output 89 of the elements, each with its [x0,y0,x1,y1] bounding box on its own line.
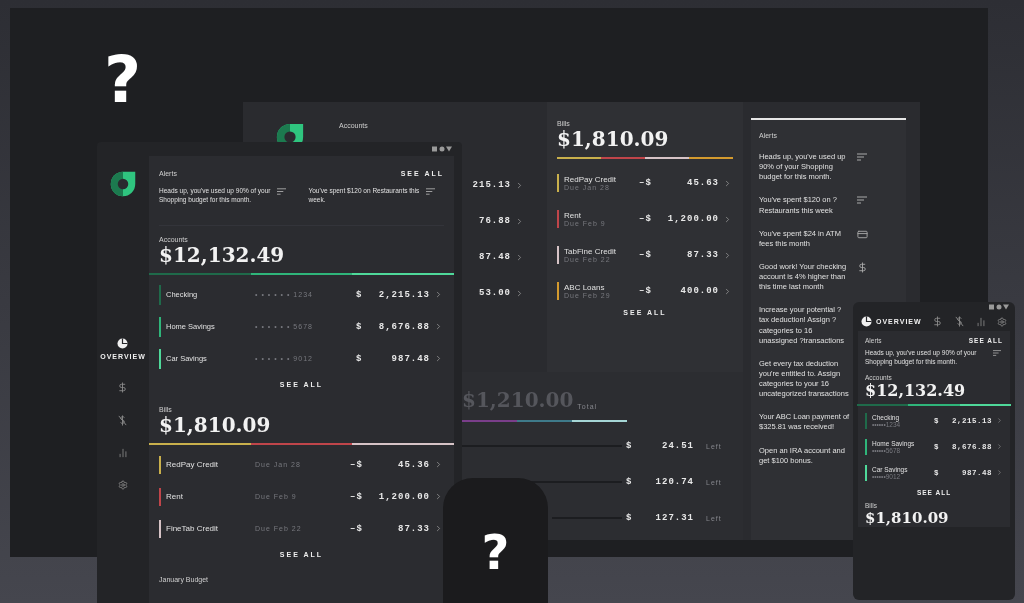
sort-icon[interactable] [426,187,435,196]
chevron-icon[interactable] [434,290,443,300]
bill-amount: 1,200.00 [377,491,430,502]
currency-sign: –$ [639,250,653,260]
chevron-icon[interactable] [434,524,443,534]
sort-icon[interactable] [993,349,1001,357]
budget-amount: 24.51 [661,441,694,451]
account-amount: 87.48 [479,252,511,262]
budget-amount: 127.31 [654,513,694,523]
nav-item[interactable] [118,448,128,458]
chevron-icon[interactable] [434,322,443,332]
status-icons [432,146,452,152]
currency-sign: –$ [639,178,653,188]
bills-total: $1,810.09 [557,127,670,151]
chevron-icon[interactable] [723,214,732,224]
chevron-icon[interactable] [515,216,524,226]
bill-name: TabFine Credit [564,247,618,256]
chevron-icon[interactable] [515,252,524,262]
chevron-icon[interactable] [996,417,1003,425]
transfer-icon [954,316,966,327]
accounts-total: $12,132.49 [159,242,286,267]
chevron-icon[interactable] [996,443,1003,451]
nav-item[interactable] [932,316,944,327]
dollar-icon[interactable] [857,261,868,273]
currency-sign: $ [626,441,634,451]
account-amount: 987.48 [390,353,430,364]
currency-sign: –$ [639,214,653,224]
nav-item[interactable] [117,382,129,393]
currency-sign: –$ [350,523,364,534]
bar-chart-icon [118,448,128,458]
bill-name: FineTab Credit [166,524,220,534]
credit-card-icon[interactable] [857,228,868,240]
budget-amount: 120.74 [654,477,694,487]
bills-total: $1,810.09 [159,412,272,437]
pie-chart-icon [117,338,129,349]
bill-amount: 87.33 [686,250,719,260]
sort-icon[interactable] [857,195,867,206]
bill-name: Rent [166,492,184,502]
nav-item[interactable] [976,316,987,327]
account-amount: 215.13 [472,180,511,190]
bar-chart-icon [976,316,987,327]
chevron-icon[interactable] [515,180,524,190]
bill-amount: 45.63 [686,178,719,188]
currency-sign: $ [356,289,364,300]
account-amount: 8,676.88 [377,321,430,332]
pie-chart-icon [861,316,872,327]
bill-amount: 400.00 [679,286,719,296]
bill-name: RedPay Credit [564,175,618,184]
chevron-icon[interactable] [515,288,524,298]
status-icons [989,304,1009,310]
bill-amount: 87.33 [397,523,430,534]
chevron-icon[interactable] [723,250,732,260]
chevron-icon[interactable] [434,492,443,502]
transfer-icon [117,415,129,426]
nav-item[interactable] [118,480,128,490]
bill-amount: 45.36 [397,459,430,470]
dollar-icon [932,316,944,327]
bill-name: RedPay Credit [166,460,220,470]
currency-sign: $ [626,513,634,523]
chevron-icon[interactable] [996,469,1003,477]
nav-item[interactable] [954,316,966,327]
currency-sign: $ [626,477,634,487]
chevron-icon[interactable] [434,460,443,470]
currency-sign: $ [356,353,364,364]
currency-sign: $ [356,321,364,332]
sort-icon[interactable] [276,187,286,196]
chevron-icon[interactable] [723,286,732,296]
account-amount: 53.00 [479,288,511,298]
bill-name: Rent [564,211,582,220]
account-amount: 2,215.13 [377,289,430,300]
question-mark: ? [104,48,142,112]
accounts-total: $12,132.49 [865,380,967,400]
chevron-icon[interactable] [723,178,732,188]
settings-icon [997,316,1007,327]
currency-sign: –$ [350,459,364,470]
dollar-icon [117,382,129,393]
question-mark: ? [481,528,510,582]
sort-icon[interactable] [857,152,867,162]
bill-name: ABC Loans [564,283,606,292]
nav-item[interactable] [117,415,129,426]
nav-item[interactable] [997,316,1007,327]
logo-icon [109,170,137,198]
settings-icon [118,480,128,490]
bill-amount: 1,200.00 [666,214,719,224]
currency-sign: –$ [350,491,364,502]
currency-sign: –$ [639,286,653,296]
chevron-icon[interactable] [434,354,443,364]
bills-total: $1,810.09 [865,508,950,527]
account-amount: 76.88 [479,216,511,226]
